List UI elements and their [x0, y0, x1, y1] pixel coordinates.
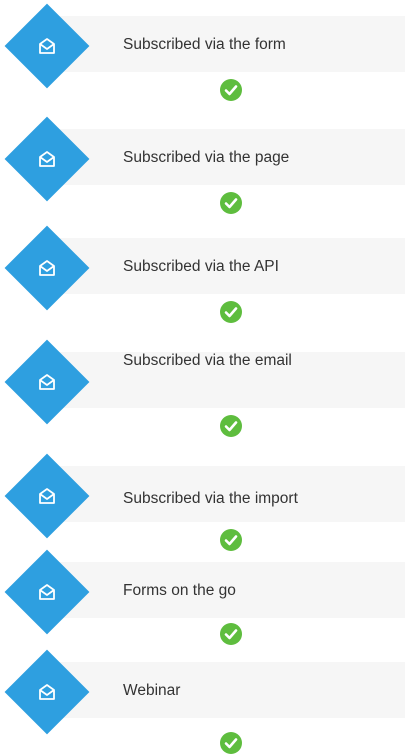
envelope-open-icon — [39, 374, 55, 390]
envelope-open-icon — [39, 584, 55, 600]
item-label: Subscribed via the import — [123, 490, 298, 507]
check-icon — [220, 301, 242, 323]
item-label: Webinar — [123, 682, 181, 699]
envelope-open-icon — [39, 488, 55, 504]
item-label: Forms on the go — [123, 582, 236, 599]
check-icon — [220, 415, 242, 437]
envelope-open-icon — [39, 260, 55, 276]
check-icon — [220, 623, 242, 645]
envelope-open-icon — [39, 38, 55, 54]
envelope-open-icon — [39, 684, 55, 700]
item-panel — [50, 662, 405, 718]
check-icon — [220, 529, 242, 551]
item-label: Subscribed via the email — [123, 352, 292, 369]
check-icon — [220, 732, 242, 754]
item-label: Subscribed via the page — [123, 149, 290, 166]
item-label: Subscribed via the form — [123, 36, 286, 53]
check-icon — [220, 79, 242, 101]
item-label: Subscribed via the API — [123, 258, 279, 275]
check-icon — [220, 192, 242, 214]
envelope-open-icon — [39, 151, 55, 167]
